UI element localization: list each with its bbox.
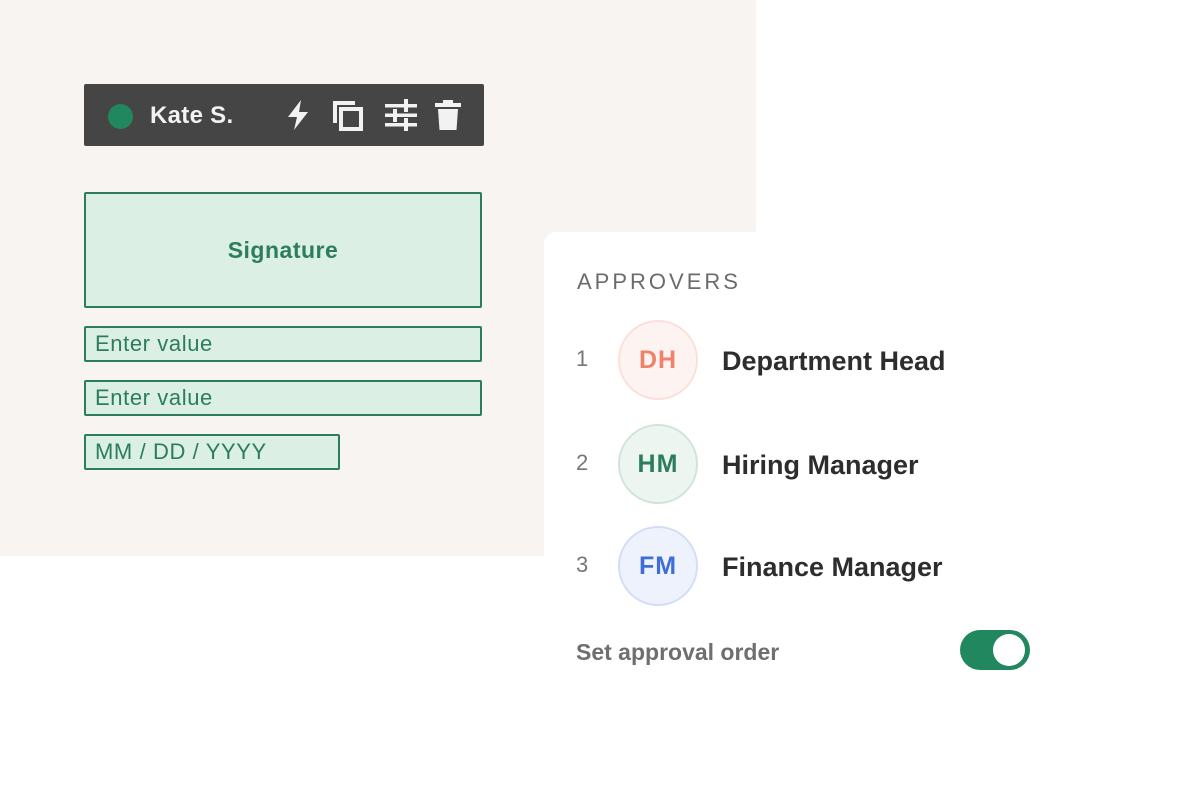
text-field[interactable]: Enter value [84, 380, 482, 416]
status-dot [108, 104, 133, 129]
approver-avatar: DH [618, 320, 698, 400]
approver-number: 2 [576, 450, 589, 475]
approval-order-toggle[interactable] [960, 630, 1030, 670]
approver-number: 1 [576, 346, 589, 371]
approvers-panel [544, 232, 1180, 794]
avatar-initials: DH [638, 345, 678, 374]
avatar-initials: HM [637, 449, 679, 478]
approver-avatar: HM [618, 424, 698, 504]
approver-name: Finance Manager [722, 552, 943, 582]
duplicate-icon[interactable] [329, 97, 365, 133]
approver-avatar: FM [618, 526, 698, 606]
approver-name: Hiring Manager [722, 450, 919, 480]
lightning-icon[interactable] [280, 97, 316, 133]
toggle-knob [993, 634, 1025, 666]
assignee-name: Kate S. [150, 102, 234, 129]
settings-sliders-icon[interactable] [383, 97, 419, 133]
approver-number: 3 [576, 552, 589, 577]
signature-field[interactable]: Signature [84, 192, 482, 308]
date-field[interactable]: MM / DD / YYYY [84, 434, 340, 470]
date-field-placeholder: MM / DD / YYYY [95, 439, 267, 464]
avatar-initials: FM [638, 551, 678, 580]
signature-label: Signature [227, 236, 339, 263]
approvers-heading: APPROVERS [577, 269, 741, 294]
text-field-placeholder: Enter value [95, 385, 213, 410]
text-field[interactable]: Enter value [84, 326, 482, 362]
approval-order-label: Set approval order [576, 639, 780, 665]
approver-name: Department Head [722, 346, 946, 376]
text-field-placeholder: Enter value [95, 331, 213, 356]
trash-icon[interactable] [430, 97, 466, 133]
